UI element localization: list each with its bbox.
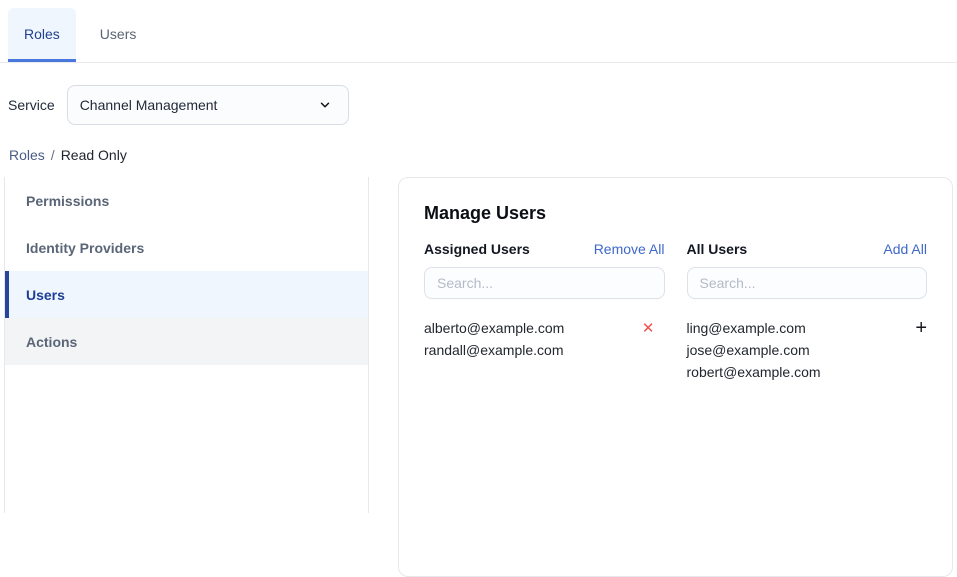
sidebar-item-label: Permissions <box>26 192 110 209</box>
all-users-column: All Users Add All ling@example.com + jos… <box>686 241 928 383</box>
service-label: Service <box>8 97 55 113</box>
breadcrumb-current: Read Only <box>60 147 127 163</box>
content-area: Permissions Identity Providers Users Act… <box>0 177 957 577</box>
remove-user-icon[interactable]: ✕ <box>642 321 655 336</box>
user-email: robert@example.com <box>686 364 821 380</box>
chevron-down-icon <box>318 98 332 112</box>
top-tab[interactable]: Roles <box>8 8 76 62</box>
add-all-button[interactable]: Add All <box>883 241 927 257</box>
all-user-row: jose@example.com + <box>687 339 928 361</box>
all-users-heading: All Users <box>686 241 748 257</box>
manage-users-card: Manage Users Assigned Users Remove All a… <box>398 177 953 577</box>
sidebar-item-label: Actions <box>26 333 78 350</box>
all-users-list: ling@example.com + jose@example.com + ro… <box>687 317 928 383</box>
assigned-users-column: Assigned Users Remove All alberto@exampl… <box>424 241 665 383</box>
remove-all-button[interactable]: Remove All <box>594 241 665 257</box>
all-users-header: All Users Add All <box>687 241 928 257</box>
user-email: randall@example.com <box>424 342 564 358</box>
assigned-user-row: randall@example.com ✕ <box>424 339 665 361</box>
sidebar-item-label: Identity Providers <box>26 239 145 256</box>
all-user-row: ling@example.com + <box>687 317 928 339</box>
breadcrumb: Roles / Read Only <box>9 147 957 163</box>
card-title: Manage Users <box>424 203 547 223</box>
user-email: ling@example.com <box>686 320 806 336</box>
user-columns: Assigned Users Remove All alberto@exampl… <box>424 241 927 383</box>
assigned-users-header: Assigned Users Remove All <box>424 241 665 257</box>
service-dropdown[interactable]: Channel Management <box>66 85 349 125</box>
service-row: Service Channel Management <box>8 85 957 125</box>
sidebar-item[interactable]: Actions <box>5 318 368 365</box>
assigned-user-row: alberto@example.com ✕ <box>424 317 665 339</box>
sidebar-item[interactable]: Identity Providers <box>5 224 368 271</box>
user-email: alberto@example.com <box>424 320 565 336</box>
sidebar-item-label: Users <box>26 286 65 303</box>
sidebar-item[interactable]: Permissions <box>5 177 368 224</box>
breadcrumb-roles-link[interactable]: Roles <box>9 147 45 163</box>
breadcrumb-separator: / <box>50 147 55 163</box>
top-tab-bar: Roles Users <box>0 0 957 63</box>
top-tab[interactable]: Users <box>84 8 153 62</box>
role-sidebar: Permissions Identity Providers Users Act… <box>4 177 369 513</box>
assigned-users-heading: Assigned Users <box>424 241 530 257</box>
service-selected-value: Channel Management <box>79 97 218 113</box>
user-email: jose@example.com <box>686 342 810 358</box>
add-user-icon[interactable]: + <box>915 318 927 338</box>
tab-label: Users <box>99 25 137 42</box>
assigned-users-search-input[interactable] <box>424 267 665 299</box>
tab-label: Roles <box>24 25 60 42</box>
assigned-users-list: alberto@example.com ✕ randall@example.co… <box>424 317 665 361</box>
all-users-search-input[interactable] <box>686 267 927 299</box>
all-user-row: robert@example.com + <box>687 361 928 383</box>
sidebar-item[interactable]: Users <box>5 271 368 318</box>
